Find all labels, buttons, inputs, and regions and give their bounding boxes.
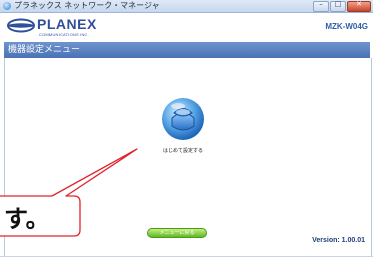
bottom-divider (0, 256, 373, 268)
window-controls: – □ ✕ (313, 0, 371, 12)
maximize-icon: □ (334, 0, 342, 8)
callout-text: す。 (4, 205, 50, 233)
logo-subtext: COMMUNICATIONS INC. (39, 32, 89, 37)
version-label: Version: 1.00.01 (312, 237, 365, 244)
close-button[interactable]: ✕ (347, 0, 371, 12)
maximize-button[interactable]: □ (330, 0, 346, 12)
title-bar[interactable]: プラネックス ネットワーク・マネージャ – □ ✕ (0, 0, 373, 13)
minimize-icon: – (319, 0, 323, 8)
first-setup-button[interactable] (160, 96, 206, 142)
minimize-button[interactable]: – (313, 0, 329, 12)
planex-logo-icon (7, 18, 35, 33)
planex-logo: PLANEX COMMUNICATIONS INC. (4, 14, 164, 40)
app-icon (3, 2, 11, 10)
logo-text: PLANEX (37, 16, 97, 32)
back-to-menu-label: メニューに戻る (159, 230, 195, 236)
window-title: プラネックス ネットワーク・マネージャ (14, 1, 160, 10)
close-icon: ✕ (356, 0, 362, 8)
menu-bar: 機器設定メニュー (4, 42, 370, 58)
model-name: MZK-W04G (325, 22, 368, 31)
app-window: プラネックス ネットワーク・マネージャ – □ ✕ PLANEX COMMUNI… (0, 0, 373, 268)
back-to-menu-button[interactable]: メニューに戻る (147, 228, 207, 238)
main-panel (4, 58, 372, 256)
first-setup-label[interactable]: はじめて設定する (150, 147, 216, 154)
menu-title: 機器設定メニュー (8, 45, 81, 55)
router-setup-icon (162, 98, 204, 140)
